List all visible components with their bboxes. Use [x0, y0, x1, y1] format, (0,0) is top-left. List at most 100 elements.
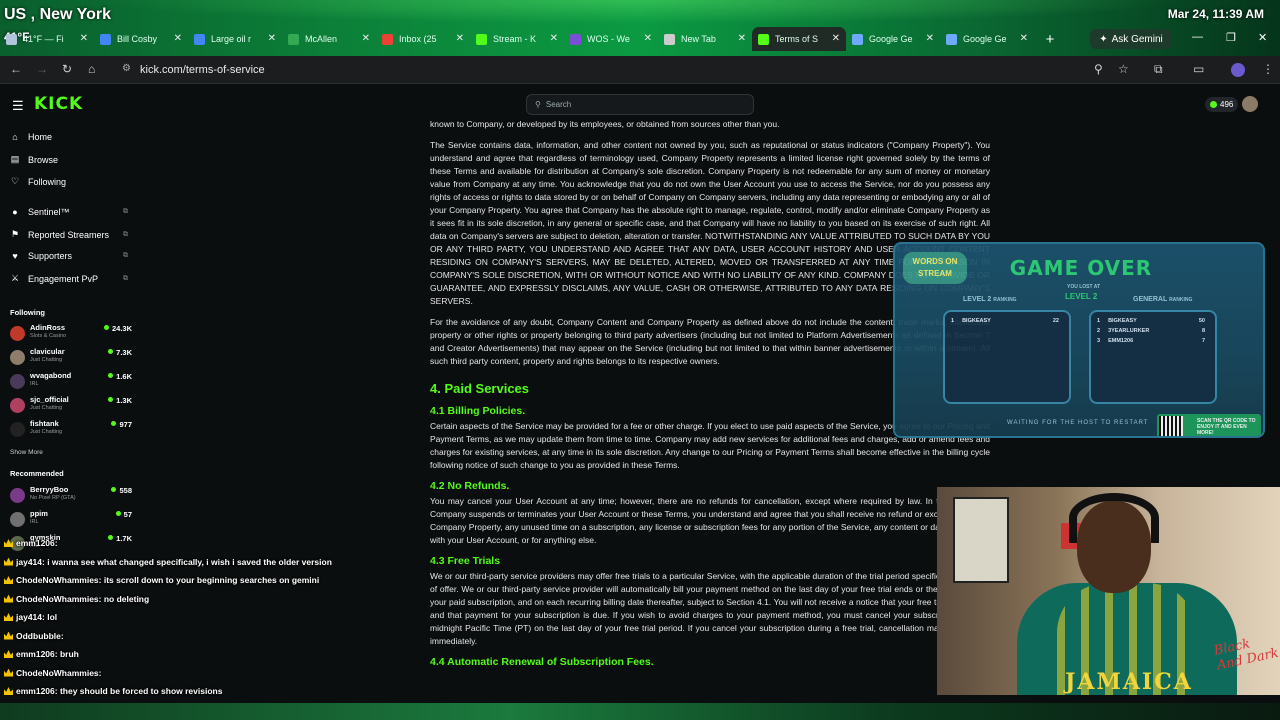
weather-icon: [6, 33, 17, 45]
supporters-icon: ♥: [12, 251, 18, 261]
close-tab-icon[interactable]: ✕: [80, 33, 88, 44]
sidebar-extra-item[interactable]: ⚑ Reported Streamers ⧉: [10, 229, 134, 240]
browser-tab[interactable]: 41°F — Fi ✕: [0, 27, 94, 51]
bookmark-star-icon[interactable]: ☆: [1118, 62, 1129, 76]
channel-name: wvagabond: [30, 371, 72, 380]
screen: { "overlay": {"location": "US , New York…: [0, 0, 1280, 720]
show-more-link[interactable]: Show More: [10, 449, 43, 456]
user-avatar[interactable]: [1242, 96, 1258, 112]
close-tab-icon[interactable]: ✕: [362, 33, 370, 44]
tos-intro: known to Company, or developed by its em…: [430, 119, 780, 129]
channel-item[interactable]: gymskin IRL 1.7K: [10, 533, 132, 555]
sidebar-item-label: Following: [28, 176, 67, 187]
channel-name: ppim: [30, 509, 48, 518]
browser-tab[interactable]: Google Ge ✕: [940, 27, 1034, 51]
address-bar-row: ← → ↻ ⌂ ⚙ kick.com/terms-of-service ⚲ ☆ …: [0, 56, 1280, 84]
close-tab-icon[interactable]: ✕: [738, 33, 746, 44]
back-icon[interactable]: ←: [10, 62, 22, 76]
ask-gemini-button[interactable]: ✦ Ask Gemini: [1090, 29, 1172, 49]
sidebar-item-browse[interactable]: ▤ Browse: [10, 154, 134, 165]
close-tab-icon[interactable]: ✕: [1020, 33, 1028, 44]
qr-code: [1159, 416, 1183, 436]
close-tab-icon[interactable]: ✕: [926, 33, 934, 44]
close-tab-icon[interactable]: ✕: [456, 33, 464, 44]
wall-poster: [953, 497, 1009, 583]
maps-icon: [288, 33, 299, 45]
close-tab-icon[interactable]: ✕: [644, 33, 652, 44]
sidebar-item-label: Reported Streamers: [28, 229, 110, 240]
profile-avatar[interactable]: [1231, 63, 1245, 77]
close-tab-icon[interactable]: ✕: [832, 33, 840, 44]
sidebar-extra-item[interactable]: ♥ Supporters ⧉: [10, 251, 134, 261]
tab-label: Google Ge: [869, 34, 913, 44]
chrome-menu-icon[interactable]: ⋮: [1262, 62, 1274, 76]
browser-tab-bar: US , New York 41°F Mar 24, 11:39 AM 41°F…: [0, 0, 1280, 56]
zoom-icon[interactable]: ⚲: [1094, 62, 1103, 76]
channel-item[interactable]: wvagabond IRL 1.6K: [10, 371, 132, 393]
lost-level: LEVEL 2: [1065, 292, 1098, 301]
browser-tab[interactable]: Large oil r ✕: [188, 27, 282, 51]
close-tab-icon[interactable]: ✕: [174, 33, 182, 44]
sidebar-extra-item[interactable]: ⚔ Engagement PvP ⧉: [10, 273, 134, 284]
pvp-icon: ⚔: [10, 273, 20, 283]
pin-icon[interactable]: ⧉: [123, 252, 128, 260]
channel-item[interactable]: clavicular Just Chatting 7.3K: [10, 347, 132, 369]
side-panel-icon[interactable]: ▭: [1193, 62, 1204, 76]
viewer-count: 7.3K: [108, 348, 132, 357]
close-window-icon[interactable]: ✕: [1258, 31, 1267, 44]
tab-label: Bill Cosby: [117, 34, 158, 44]
channel-name: AdinRoss: [30, 323, 66, 332]
browser-tab[interactable]: New Tab ✕: [658, 27, 752, 51]
extensions-icon[interactable]: ⧉: [1154, 62, 1163, 77]
browser-tab[interactable]: Terms of S ✕: [752, 27, 846, 51]
channel-avatar: [10, 350, 25, 365]
search-icon: ⚲: [535, 100, 541, 109]
channel-item[interactable]: sjc_official Just Chatting 1.3K: [10, 395, 132, 417]
sidebar-item-home[interactable]: ⌂ Home: [10, 132, 134, 142]
channel-item[interactable]: fishtank Just Chatting 977: [10, 419, 132, 441]
channel-item[interactable]: BerryyBoo No Pixel RP (GTA) 558: [10, 485, 132, 507]
site-info-icon[interactable]: ⚙: [122, 63, 131, 74]
browser-tab[interactable]: Stream - K ✕: [470, 27, 564, 51]
browser-tab[interactable]: Bill Cosby ✕: [94, 27, 188, 51]
channel-item[interactable]: AdinRoss Slots & Casino 24.3K: [10, 323, 132, 345]
sidebar-item-following[interactable]: ♡ Following: [10, 176, 134, 187]
player-name: 3YEARLURKER: [1108, 328, 1150, 334]
close-tab-icon[interactable]: ✕: [550, 33, 558, 44]
browser-tab[interactable]: Inbox (25 ✕: [376, 27, 470, 51]
browser-tab[interactable]: McAllen ✕: [282, 27, 376, 51]
sidebar-item-label: Sentinel™: [28, 207, 70, 217]
channel-item[interactable]: ppim IRL 57: [10, 509, 132, 531]
minimize-icon[interactable]: —: [1192, 31, 1203, 43]
tos-refunds: You may cancel your User Account at any …: [430, 496, 990, 545]
hamburger-menu-icon[interactable]: ☰: [12, 98, 24, 114]
pin-icon[interactable]: ⧉: [123, 208, 128, 216]
browser-tab[interactable]: Google Ge ✕: [846, 27, 940, 51]
forward-icon[interactable]: →: [36, 62, 48, 76]
kick-icon: [758, 33, 769, 45]
browse-icon: ▤: [10, 154, 20, 164]
coin-icon: [1210, 101, 1217, 108]
tab-label: Large oil r: [211, 34, 252, 44]
home-icon[interactable]: ⌂: [88, 62, 95, 76]
pin-icon[interactable]: ⧉: [123, 231, 128, 239]
maximize-icon[interactable]: ❐: [1226, 31, 1236, 44]
player-name: BIGKEASY: [962, 318, 991, 324]
level-ranking-panel: 1 BIGKEASY 22: [943, 310, 1071, 404]
close-tab-icon[interactable]: ✕: [268, 33, 276, 44]
player-name: EMM1206: [1108, 338, 1134, 344]
gemini-icon: [852, 33, 863, 45]
sentinel-icon: ●: [12, 207, 18, 217]
kick-logo[interactable]: KICK: [34, 94, 83, 114]
reload-icon[interactable]: ↻: [62, 62, 72, 76]
kick-search-input[interactable]: ⚲ Search: [526, 94, 754, 115]
viewer-count: 57: [116, 510, 132, 519]
sidebar-extra-item[interactable]: ● Sentinel™ ⧉: [10, 207, 134, 217]
game-over-overlay: WORDS ON STREAM GAME OVER YOU LOST AT LE…: [893, 242, 1265, 438]
browser-tab[interactable]: WOS - We ✕: [564, 27, 658, 51]
url-field[interactable]: ⚙ kick.com/terms-of-service: [112, 59, 1142, 81]
waiting-text: WAITING FOR THE HOST TO RESTART: [1007, 420, 1149, 426]
pin-icon[interactable]: ⧉: [123, 275, 128, 283]
new-tab-icon[interactable]: +: [1038, 31, 1062, 48]
kicks-balance[interactable]: 496: [1205, 97, 1239, 112]
